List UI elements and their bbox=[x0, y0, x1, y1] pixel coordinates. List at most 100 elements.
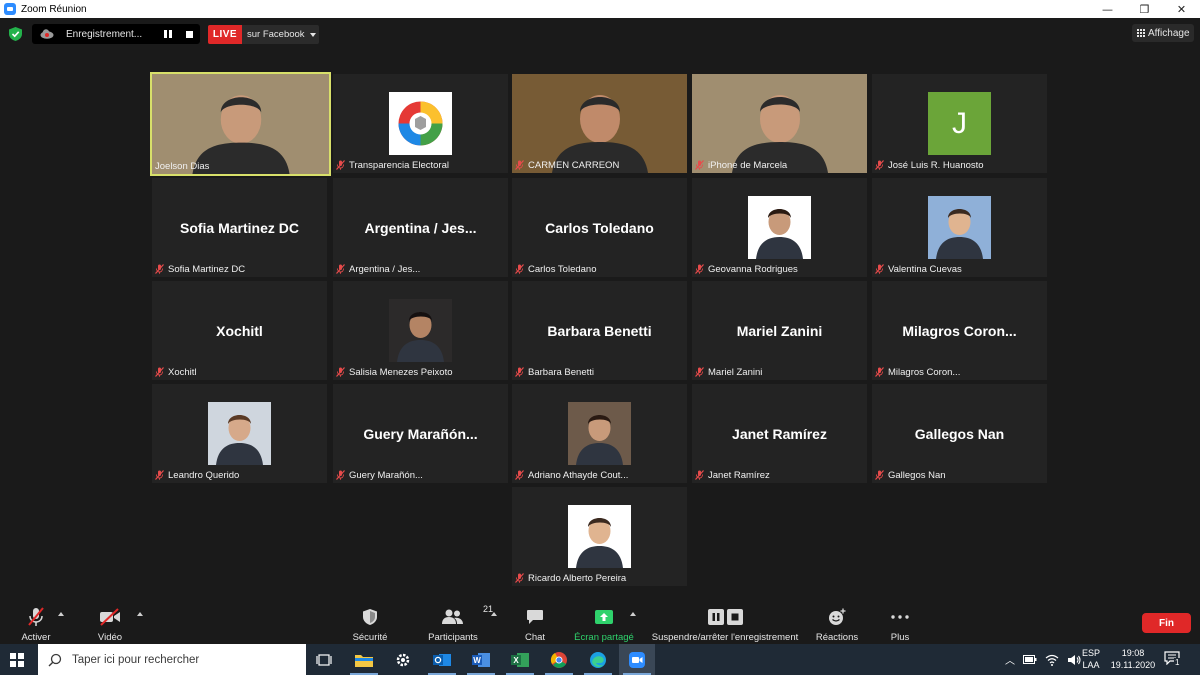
reactions-button[interactable]: Réactions bbox=[814, 600, 860, 644]
participant-tile[interactable]: Sofia Martinez DC Sofia Martinez DC bbox=[152, 178, 327, 277]
audio-options-caret-icon[interactable] bbox=[58, 612, 64, 616]
taskbar-clock[interactable]: 19:08 19.11.2020 bbox=[1108, 647, 1158, 671]
share-options-caret-icon[interactable] bbox=[630, 612, 636, 616]
outlook-icon[interactable] bbox=[424, 644, 460, 675]
participant-name-label: Barbara Benetti bbox=[515, 366, 594, 378]
pause-recording-icon[interactable] bbox=[164, 30, 172, 38]
video-label: Vidéo bbox=[97, 632, 123, 643]
participant-name-label: Adriano Athayde Cout... bbox=[515, 469, 628, 481]
live-stream-dropdown[interactable]: sur Facebook bbox=[242, 25, 319, 44]
close-button[interactable]: ✕ bbox=[1163, 0, 1200, 18]
participant-name: CARMEN CARREON bbox=[528, 159, 620, 171]
wifi-icon[interactable] bbox=[1045, 654, 1059, 666]
tray-chevron-up-icon[interactable]: ︿ bbox=[1005, 652, 1015, 667]
participant-tile[interactable]: Argentina / Jes... Argentina / Jes... bbox=[333, 178, 508, 277]
participant-tile[interactable]: Carlos Toledano Carlos Toledano bbox=[512, 178, 687, 277]
muted-mic-icon bbox=[336, 367, 345, 377]
excel-icon[interactable]: X bbox=[502, 644, 538, 675]
video-off-icon bbox=[100, 608, 120, 626]
participant-tile[interactable]: iPhone de Marcela bbox=[692, 74, 867, 173]
participant-name: Salisia Menezes Peixoto bbox=[349, 366, 453, 378]
participant-photo-avatar bbox=[389, 299, 452, 362]
participant-name: Joelson Dias bbox=[155, 160, 210, 172]
file-explorer-icon[interactable] bbox=[346, 644, 382, 675]
settings-gear-icon[interactable] bbox=[385, 644, 421, 675]
taskbar-search-box[interactable]: Taper ici pour rechercher bbox=[38, 644, 306, 675]
stop-recording-icon[interactable] bbox=[186, 30, 193, 38]
video-options-caret-icon[interactable] bbox=[137, 612, 143, 616]
participants-options-caret-icon[interactable] bbox=[491, 612, 497, 616]
participant-tile[interactable]: Adriano Athayde Cout... bbox=[512, 384, 687, 483]
participant-tile[interactable]: Geovanna Rodrigues bbox=[692, 178, 867, 277]
participant-tile[interactable]: Valentina Cuevas bbox=[872, 178, 1047, 277]
muted-mic-icon bbox=[336, 160, 345, 170]
chat-button[interactable]: Chat bbox=[518, 600, 552, 644]
participant-tile[interactable]: Mariel Zanini Mariel Zanini bbox=[692, 281, 867, 380]
meeting-toolbar: Activer Vidéo Sécurité 21 Participants C… bbox=[0, 600, 1200, 644]
muted-mic-icon bbox=[695, 160, 704, 170]
search-placeholder: Taper ici pour rechercher bbox=[72, 653, 200, 666]
shield-icon bbox=[363, 609, 377, 625]
participant-tile[interactable]: Ricardo Alberto Pereira bbox=[512, 487, 687, 586]
muted-mic-icon bbox=[695, 470, 704, 480]
more-button[interactable]: Plus bbox=[882, 600, 918, 644]
muted-mic-icon bbox=[875, 160, 884, 170]
video-button[interactable]: Vidéo bbox=[92, 600, 128, 644]
participant-tile[interactable]: Transparencia Electoral bbox=[333, 74, 508, 173]
security-button[interactable]: Sécurité bbox=[348, 600, 392, 644]
zoom-taskbar-icon[interactable] bbox=[619, 644, 655, 675]
recording-control-button[interactable]: Suspendre/arrêter l'enregistrement bbox=[648, 600, 802, 644]
search-icon bbox=[48, 653, 62, 666]
participant-initial-avatar: J bbox=[928, 92, 991, 155]
input-language-indicator[interactable]: ESP LAA bbox=[1078, 647, 1104, 671]
edge-icon[interactable] bbox=[580, 644, 616, 675]
participant-tile[interactable]: Janet Ramírez Janet Ramírez bbox=[692, 384, 867, 483]
stop-icon bbox=[726, 609, 743, 625]
cloud-recording-icon bbox=[40, 29, 54, 39]
participant-logo-avatar bbox=[389, 92, 452, 155]
minimize-button[interactable]: — bbox=[1089, 0, 1126, 18]
participant-tile[interactable]: CARMEN CARREON bbox=[512, 74, 687, 173]
participant-tile[interactable]: J José Luis R. Huanosto bbox=[872, 74, 1047, 173]
task-view-icon[interactable] bbox=[306, 644, 342, 675]
muted-mic-icon bbox=[695, 367, 704, 377]
more-label: Plus bbox=[890, 632, 910, 643]
muted-mic-icon bbox=[515, 367, 524, 377]
participant-tile[interactable]: Salisia Menezes Peixoto bbox=[333, 281, 508, 380]
muted-mic-icon bbox=[875, 470, 884, 480]
chrome-icon[interactable] bbox=[541, 644, 577, 675]
participants-icon bbox=[442, 609, 463, 624]
unmute-button[interactable]: Activer bbox=[18, 600, 54, 644]
muted-mic-icon bbox=[515, 264, 524, 274]
share-screen-button[interactable]: Écran partagé bbox=[572, 600, 636, 644]
participant-name-label: José Luis R. Huanosto bbox=[875, 159, 984, 171]
participant-photo-avatar bbox=[568, 402, 631, 465]
participants-button[interactable]: 21 Participants bbox=[424, 600, 493, 644]
participant-tile[interactable]: Guery Marañón... Guery Marañón... bbox=[333, 384, 508, 483]
participant-tile[interactable]: Barbara Benetti Barbara Benetti bbox=[512, 281, 687, 380]
muted-mic-icon bbox=[515, 470, 524, 480]
participant-tile[interactable]: Milagros Coron... Milagros Coron... bbox=[872, 281, 1047, 380]
participant-name: Guery Marañón... bbox=[349, 469, 423, 481]
muted-mic-icon bbox=[155, 470, 164, 480]
recording-indicator: Enregistrement... bbox=[32, 24, 200, 44]
notifications-icon[interactable]: 1 bbox=[1164, 651, 1182, 668]
recording-control-label: Suspendre/arrêter l'enregistrement bbox=[651, 632, 799, 643]
clock-date: 19.11.2020 bbox=[1110, 660, 1156, 670]
windows-taskbar: Taper ici pour rechercher W X ︿ ESP LAA … bbox=[0, 644, 1200, 675]
muted-mic-icon bbox=[336, 264, 345, 274]
participant-tile[interactable]: Xochitl Xochitl bbox=[152, 281, 327, 380]
word-icon[interactable]: W bbox=[463, 644, 499, 675]
svg-text:X: X bbox=[513, 656, 519, 665]
view-button[interactable]: Affichage bbox=[1132, 24, 1194, 42]
windows-start-icon[interactable] bbox=[10, 653, 24, 667]
participant-tile[interactable]: Joelson Dias bbox=[150, 72, 331, 176]
battery-icon[interactable] bbox=[1023, 655, 1037, 664]
participant-tile[interactable]: Gallegos Nan Gallegos Nan bbox=[872, 384, 1047, 483]
participant-name: iPhone de Marcela bbox=[708, 159, 788, 171]
end-meeting-button[interactable]: Fin bbox=[1142, 613, 1191, 633]
encryption-shield-icon[interactable] bbox=[9, 27, 22, 41]
participant-tile[interactable]: Leandro Querido bbox=[152, 384, 327, 483]
title-bar: Zoom Réunion — ❐ ✕ bbox=[0, 0, 1200, 18]
maximize-button[interactable]: ❐ bbox=[1126, 0, 1163, 18]
